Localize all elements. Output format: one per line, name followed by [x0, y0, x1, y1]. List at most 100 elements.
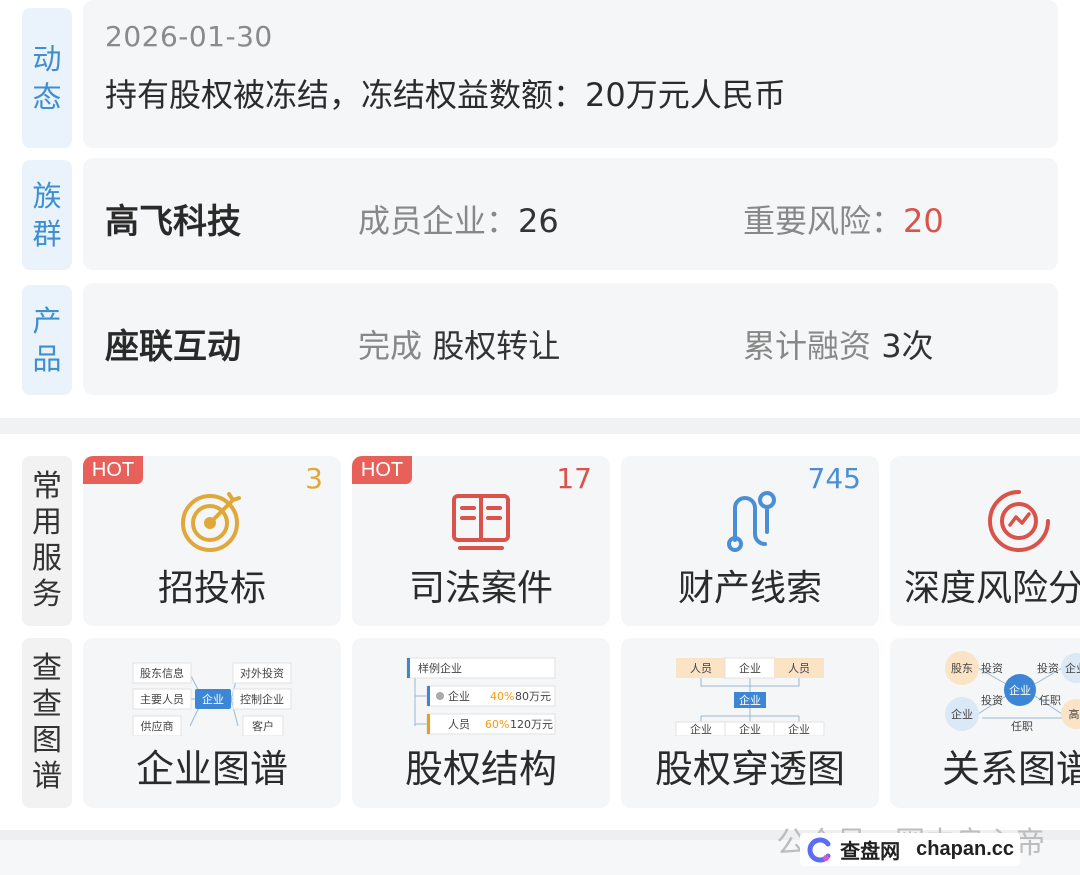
service-tile-property[interactable]: 745 财产线索 — [621, 456, 879, 626]
brand-badge: 查盘网 chapan.cc — [800, 833, 1020, 866]
group-card[interactable]: 高飞科技 成员企业：26 重要风险：20 — [83, 158, 1058, 270]
group-risk: 重要风险：20 — [743, 196, 944, 242]
product-event: 完成 股权转让 — [358, 321, 560, 367]
product-financing-label: 累计融资 — [743, 327, 882, 365]
product-card[interactable]: 座联互动 完成 股权转让 累计融资 3次 — [83, 283, 1058, 395]
product-tag-char: 品 — [32, 342, 62, 376]
hot-badge: HOT — [352, 456, 412, 484]
group-name: 高飞科技 — [105, 202, 241, 242]
product-financing: 累计融资 3次 — [743, 321, 934, 367]
graph-tile-enterprise[interactable]: 股东信息 对外投资 主要人员 企业 控制企业 供应商 客户 企业图谱 — [83, 638, 341, 808]
dynamics-tag-char: 动 — [32, 42, 62, 76]
section-divider — [0, 418, 1080, 434]
graph-edge-label: 任职 — [1011, 720, 1033, 733]
graph-tile-relation[interactable]: 股东 投资 企业 投资 企业 投资 任职 企业 任职 高 关系图谱 — [890, 638, 1080, 808]
service-count: 745 — [807, 462, 861, 495]
service-count: 3 — [305, 462, 323, 495]
enterprise-graph-preview: 股东信息 对外投资 主要人员 企业 控制企业 供应商 客户 — [132, 662, 292, 736]
group-tag: 族 群 — [22, 160, 72, 270]
hot-badge: HOT — [83, 456, 143, 484]
graph-node: 客户 — [252, 719, 274, 733]
graph-label: 企业图谱 — [135, 747, 288, 791]
tools-section: 常 用 服 务 HOT 3 招投标 HOT 17 司法案件 745 财产线索 深… — [0, 434, 1080, 830]
dynamics-date: 2026-01-30 — [105, 20, 273, 53]
dynamics-tag-char: 态 — [32, 80, 62, 114]
route-icon — [727, 491, 776, 552]
brand-name: 查盘网 — [840, 839, 901, 863]
graph-edge-label: 投资 — [1037, 661, 1059, 675]
graph-node: 120万元 — [510, 718, 553, 731]
book-icon — [452, 494, 510, 550]
service-label: 司法案件 — [408, 568, 553, 609]
graph-node: 主要人员 — [140, 693, 184, 706]
graph-node: 人员 — [690, 662, 712, 675]
service-label: 招投标 — [157, 568, 266, 609]
brand-logo-icon — [807, 837, 831, 862]
relation-graph-preview: 股东 投资 企业 投资 企业 投资 任职 企业 任职 高 — [945, 651, 1080, 733]
graph-node: 企业 — [202, 692, 224, 706]
product-event-value: 股权转让 — [432, 327, 561, 365]
graph-label: 关系图谱 — [942, 747, 1080, 791]
dynamics-text: 持有股权被冻结，冻结权益数额：20万元人民币 — [105, 76, 786, 114]
graph-node: 企业 — [951, 707, 973, 721]
graph-node: 股东 — [951, 662, 973, 675]
overview-section: 动 态 2026-01-30 持有股权被冻结，冻结权益数额：20万元人民币 族 … — [0, 0, 1080, 418]
graph-edge-label: 任职 — [1039, 694, 1061, 707]
group-members-value: 26 — [518, 202, 559, 240]
graph-node: 供应商 — [141, 719, 174, 733]
service-label: 财产线索 — [677, 568, 822, 609]
graph-node: 企业 — [1065, 661, 1080, 675]
penetration-graph-preview: 人员 企业 人员 企业 企业 企业 企业 — [675, 657, 825, 736]
graph-node: 样例企业 — [418, 661, 462, 675]
graph-node: 60% — [485, 718, 509, 731]
dynamics-tag: 动 态 — [22, 8, 72, 148]
graph-node: 企业 — [788, 722, 810, 736]
dynamics-card[interactable]: 2026-01-30 持有股权被冻结，冻结权益数额：20万元人民币 — [83, 0, 1058, 148]
graph-node: 高 — [1069, 707, 1080, 721]
service-tile-judicial[interactable]: HOT 17 司法案件 — [352, 456, 610, 626]
service-tile-risk[interactable]: 深度风险分 — [890, 456, 1080, 626]
group-risk-value: 20 — [903, 202, 944, 240]
service-label: 深度风险分 — [904, 568, 1080, 609]
graphs-tag-char: 谱 — [32, 759, 62, 794]
graphs-tag: 查 查 图 谱 — [22, 638, 72, 808]
services-tag-char: 常 — [32, 469, 62, 504]
service-count: 17 — [556, 462, 592, 495]
graph-node: 企业 — [1009, 683, 1031, 697]
product-name: 座联互动 — [105, 327, 241, 367]
graph-node: 企业 — [739, 722, 761, 736]
group-members-label: 成员企业： — [358, 202, 519, 240]
graph-node: 人员 — [788, 662, 810, 675]
graph-node: 企业 — [690, 722, 712, 736]
graph-node: 80万元 — [515, 690, 551, 703]
graph-node: 对外投资 — [240, 666, 284, 680]
graph-node: 企业 — [448, 689, 470, 703]
group-tag-char: 群 — [32, 217, 62, 251]
graph-label: 股权结构 — [404, 747, 557, 791]
radar-icon — [988, 490, 1050, 552]
graphs-tag-char: 图 — [32, 723, 62, 758]
graphs-tag-char: 查 — [32, 687, 62, 722]
graph-label: 股权穿透图 — [654, 747, 845, 791]
graph-node: 企业 — [739, 661, 761, 675]
services-tag-char: 务 — [32, 577, 62, 612]
graphs-tag-char: 查 — [32, 651, 62, 686]
graph-node: 股东信息 — [140, 666, 184, 680]
graph-node: 企业 — [739, 693, 761, 707]
product-tag-char: 产 — [32, 304, 62, 338]
group-risk-label: 重要风险： — [743, 202, 904, 240]
service-tile-bidding[interactable]: HOT 3 招投标 — [83, 456, 341, 626]
equity-structure-preview: 样例企业 企业 40% 80万元 人员 60% 120万元 — [406, 657, 556, 735]
graph-node: 人员 — [448, 718, 470, 731]
target-icon — [181, 492, 241, 552]
graph-edge-label: 投资 — [981, 693, 1003, 707]
graph-tile-penetration[interactable]: 人员 企业 人员 企业 企业 企业 企业 股权穿透图 — [621, 638, 879, 808]
graph-tile-equity[interactable]: 样例企业 企业 40% 80万元 人员 60% 120万元 股权结构 — [352, 638, 610, 808]
graph-edge-label: 投资 — [981, 661, 1003, 675]
product-financing-value: 3次 — [881, 327, 934, 365]
brand-domain: chapan.cc — [916, 838, 1014, 860]
product-tag: 产 品 — [22, 285, 72, 395]
services-tag: 常 用 服 务 — [22, 456, 72, 626]
group-tag-char: 族 — [32, 179, 62, 213]
services-tag-char: 服 — [32, 541, 62, 576]
